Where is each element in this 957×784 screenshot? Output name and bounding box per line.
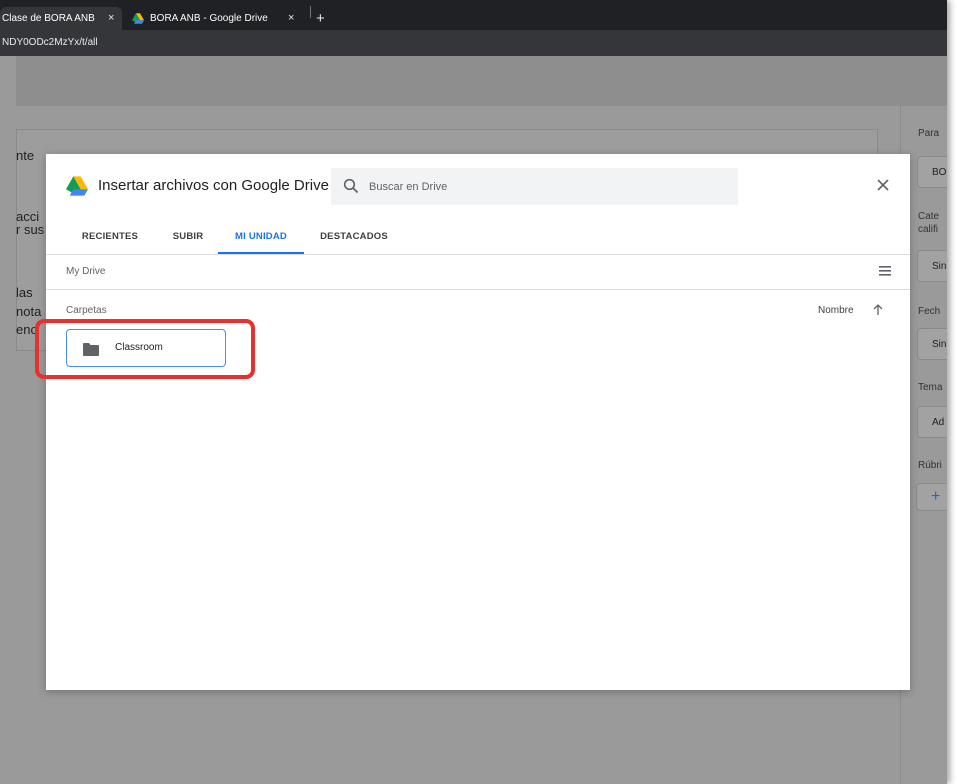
tab-divider — [310, 6, 311, 18]
tab-bar: Clase de BORA ANB × BORA ANB - Google Dr… — [0, 0, 947, 30]
search-box[interactable] — [331, 168, 738, 205]
dialog-title: Insertar archivos con Google Drive — [98, 177, 329, 194]
panel-field-value: BO — [932, 167, 947, 178]
breadcrumb[interactable]: My Drive — [66, 266, 105, 277]
list-view-icon[interactable] — [878, 264, 892, 278]
tab-title: Clase de BORA ANB — [2, 13, 95, 24]
address-bar[interactable]: NDY0ODc2MzYx/t/all — [0, 30, 947, 56]
sort-by-name[interactable]: Nombre — [818, 305, 854, 316]
close-icon[interactable] — [872, 174, 894, 196]
tab-title: BORA ANB - Google Drive — [150, 13, 268, 24]
folders-section-label: Carpetas — [66, 305, 107, 316]
picker-tabs: RECIENTES SUBIR MI UNIDAD DESTACADOS — [46, 220, 910, 255]
add-rubric-button[interactable]: + — [916, 483, 947, 511]
drive-picker-dialog: Insertar archivos con Google Drive RECIE… — [46, 154, 910, 690]
background-text: las — [16, 285, 33, 300]
google-drive-icon — [132, 13, 144, 24]
panel-field-value: Ad — [932, 417, 945, 428]
tab-close-icon[interactable]: × — [288, 7, 294, 30]
new-tab-button[interactable]: + — [316, 7, 325, 30]
panel-field-value: Sin — [932, 339, 947, 350]
panel-field-value: Sin — [932, 261, 947, 272]
panel-label: Fech — [918, 306, 941, 317]
panel-field[interactable]: Sin — [917, 328, 947, 360]
panel-label: Para — [918, 128, 940, 139]
panel-field[interactable]: Sin — [917, 250, 947, 282]
google-drive-logo-icon — [66, 176, 88, 196]
panel-field[interactable]: BO — [917, 156, 947, 188]
tab-classroom[interactable]: Clase de BORA ANB × — [0, 7, 122, 30]
search-input[interactable] — [369, 168, 719, 205]
background-text: nota — [16, 304, 42, 319]
background-text: enc — [16, 322, 37, 337]
panel-field[interactable]: Ad — [917, 406, 947, 438]
breadcrumb-bar: My Drive — [46, 255, 910, 290]
annotation-highlight-box — [35, 319, 255, 379]
background-text: r sus — [16, 222, 45, 237]
panel-label: Tema — [918, 382, 943, 393]
arrow-up-icon[interactable] — [872, 303, 884, 316]
tab-subir[interactable]: SUBIR — [160, 220, 216, 254]
panel-label: Rúbri — [918, 460, 942, 471]
tab-mi-unidad[interactable]: MI UNIDAD — [218, 220, 304, 254]
search-icon — [343, 178, 359, 194]
tab-destacados[interactable]: DESTACADOS — [312, 220, 396, 254]
panel-label: califi — [918, 224, 939, 235]
page-header — [16, 56, 947, 107]
panel-label: Cate — [918, 211, 940, 222]
background-text: nte — [16, 148, 35, 163]
plus-icon: + — [931, 488, 941, 505]
url-text: NDY0ODc2MzYx/t/all — [2, 37, 98, 48]
tab-recientes[interactable]: RECIENTES — [68, 220, 152, 254]
tab-close-icon[interactable]: × — [108, 7, 114, 30]
tab-google-drive[interactable]: BORA ANB - Google Drive × — [122, 7, 310, 30]
